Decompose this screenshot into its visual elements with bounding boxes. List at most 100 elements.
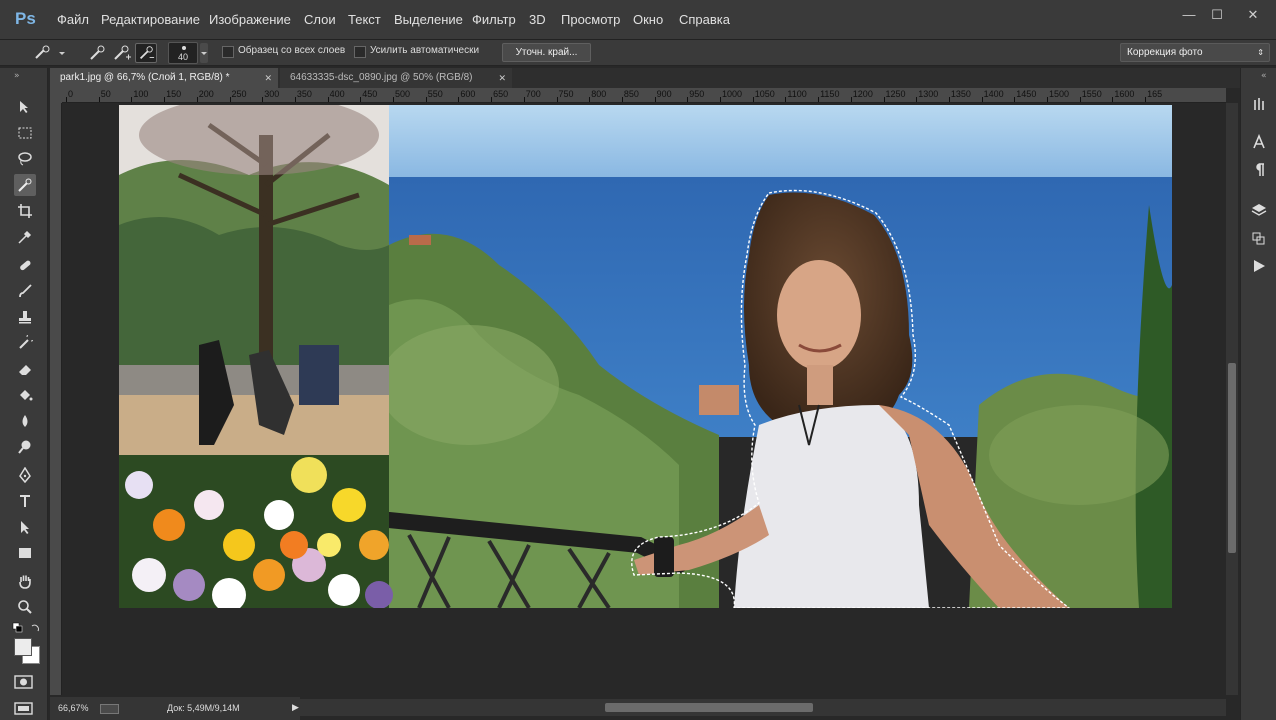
default-colors-icon[interactable] [12,622,42,634]
dock-collapse-icon[interactable]: « [1241,68,1276,82]
ruler-tick-label: 1050 [754,89,775,99]
svg-text:»: » [14,71,20,81]
foreground-color-swatch[interactable] [14,638,32,656]
actions-panel-icon[interactable] [1248,258,1270,280]
menu-layers[interactable]: Слои [304,0,336,40]
brush-picker-arrow[interactable] [200,43,208,63]
menu-file[interactable]: Файл [57,0,89,40]
add-selection-mode[interactable] [110,43,132,63]
tab-park1[interactable]: park1.jpg @ 66,7% (Слой 1, RGB/8) * ✕ [50,68,278,88]
refine-edge-button[interactable]: Уточн. край... [502,43,591,62]
menu-image[interactable]: Изображение [209,0,291,40]
ruler-tick-mark [883,97,885,102]
ruler-tick-label: 1600 [1114,89,1135,99]
layers-panel-icon[interactable] [1248,202,1270,224]
clone-stamp-tool-icon[interactable] [14,306,36,328]
blur-tool-icon[interactable] [14,410,36,432]
options-bar: 40 Образец со всех слоев Усилить автомат… [0,40,1276,66]
rectangle-tool-icon[interactable] [14,542,36,564]
crop-tool-icon[interactable] [14,200,36,222]
zoom-level-readout[interactable]: 66,67% [58,703,89,713]
type-tool-icon[interactable] [14,490,36,512]
workspace-select[interactable]: Коррекция фото ⇕ [1120,43,1270,62]
document-tab-bar: park1.jpg @ 66,7% (Слой 1, RGB/8) * ✕ 64… [50,68,1240,88]
close-tab-park1-icon[interactable]: ✕ [264,68,272,88]
ruler-tick-label: 1150 [820,89,840,99]
new-selection-mode[interactable] [86,43,108,63]
park-photo-layer [119,105,393,608]
panel-collapse-icon[interactable]: » [0,68,48,82]
menu-view[interactable]: Просмотр [561,0,620,40]
ruler-tick-label: 700 [525,89,541,99]
quick-mask-icon[interactable] [13,674,35,690]
quick-selection-tool-icon[interactable] [14,174,36,196]
screen-mode-icon[interactable] [13,700,35,716]
vertical-ruler[interactable] [50,103,62,695]
pen-tool-icon[interactable] [14,464,36,486]
vertical-scrollbar-thumb[interactable] [1228,363,1236,553]
sample-all-layers-checkbox[interactable] [222,46,234,58]
tab-dsc-0890[interactable]: 64633335-dsc_0890.jpg @ 50% (RGB/8) ✕ [280,68,512,88]
vertical-ruler-ticks [50,103,62,695]
menu-select[interactable]: Выделение [394,0,463,40]
lasso-tool-icon[interactable] [14,148,36,170]
menu-window[interactable]: Окно [633,0,663,40]
hand-tool-icon[interactable] [14,570,36,592]
ruler-tick-mark [360,97,362,102]
eraser-tool-icon[interactable] [14,358,36,380]
ruler-tick-label: 165 [1147,89,1163,99]
character-panel-icon[interactable] [1248,133,1270,156]
brush-size-picker[interactable]: 40 [168,42,198,64]
zoom-tool-icon[interactable] [14,596,36,618]
ruler-tick-label: 550 [427,89,443,99]
horizontal-scrollbar[interactable] [300,699,1226,716]
adjustments-panel-icon[interactable] [1248,96,1270,118]
dodge-tool-icon[interactable] [14,436,36,458]
document-canvas[interactable] [119,105,1172,608]
ruler-origin[interactable] [50,88,62,103]
menu-filter[interactable]: Фильтр [472,0,516,40]
brush-add-icon [114,45,131,60]
close-window-button[interactable]: ✕ [1240,6,1266,24]
ruler-tick-label: 200 [198,89,214,99]
paint-bucket-tool-icon[interactable] [14,384,36,406]
eyedropper-tool-icon[interactable] [14,226,36,248]
ruler-tick-mark [850,97,852,102]
ruler-tick-mark [523,97,525,102]
vertical-scrollbar[interactable] [1226,103,1238,695]
status-menu-arrow-icon[interactable]: ▶ [292,702,299,713]
minimize-button[interactable]: — [1176,6,1202,24]
share-icon[interactable] [100,704,120,714]
horizontal-scrollbar-thumb[interactable] [605,703,813,712]
ruler-tick-mark [785,97,787,102]
path-selection-tool-icon[interactable] [14,516,36,538]
quick-selection-preset-icon [35,45,65,59]
horizontal-ruler[interactable]: 0 50 100 150 200 250 300 350 400 450 500 550 600 650 7… [62,88,1226,103]
menu-edit[interactable]: Редактирование [101,0,200,40]
channels-panel-icon[interactable] [1248,230,1270,252]
tool-preset-picker[interactable] [32,43,68,63]
paragraph-panel-icon[interactable] [1248,162,1270,184]
brush-tool-icon[interactable] [14,280,36,302]
ruler-tick-mark [196,97,198,102]
marquee-tool-icon[interactable] [14,122,36,144]
subtract-selection-mode[interactable] [135,43,157,63]
tools-panel: » [0,68,48,720]
maximize-button[interactable]: ☐ [1204,6,1230,24]
auto-enhance-checkbox[interactable] [354,46,366,58]
menu-text[interactable]: Текст [348,0,381,40]
ruler-tick-label: 600 [460,89,476,99]
close-tab-dsc-0890-icon[interactable]: ✕ [498,68,506,88]
canvas-area[interactable] [62,103,1226,695]
menu-help[interactable]: Справка [679,0,730,40]
history-brush-tool-icon[interactable] [14,332,36,354]
healing-brush-tool-icon[interactable] [14,254,36,276]
ruler-tick-mark [1047,97,1048,102]
ruler-tick-label: 350 [296,89,312,99]
ruler-tick-label: 950 [689,89,705,99]
move-tool-icon[interactable] [14,96,36,118]
document-image [119,105,1172,608]
photoshop-logo-icon: Ps [15,9,36,28]
ruler-tick-mark [1079,97,1081,102]
menu-3d[interactable]: 3D [529,0,546,40]
